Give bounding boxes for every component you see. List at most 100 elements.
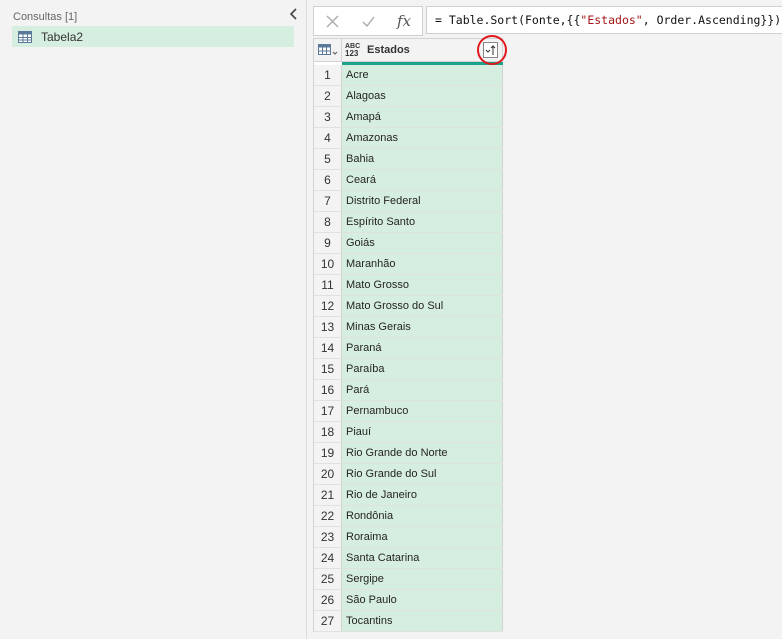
formula-buttons: fx [313,6,423,36]
table-menu-icon [317,44,337,55]
cell-estado[interactable]: Distrito Federal [342,191,503,211]
cell-estado[interactable]: Pará [342,380,503,400]
row-number[interactable]: 13 [314,317,342,337]
cell-estado[interactable]: Piauí [342,422,503,442]
table-row: 15 Paraíba [314,359,503,380]
grid-rows: 1 Acre 2 Alagoas 3 Amapá 4 Amazonas 5 Bahia 6 Ceará… [314,65,503,632]
table-row: 24 Santa Catarina [314,548,503,569]
row-number[interactable]: 16 [314,380,342,400]
row-number[interactable]: 7 [314,191,342,211]
cell-estado[interactable]: Bahia [342,149,503,169]
queries-pane: Consultas [1] Tabela2 [0,0,307,639]
table-row: 1 Acre [314,65,503,86]
cell-estado[interactable]: Minas Gerais [342,317,503,337]
cell-estado[interactable]: Pernambuco [342,401,503,421]
row-number[interactable]: 21 [314,485,342,505]
cell-estado[interactable]: Alagoas [342,86,503,106]
grid-header: ABC 123 Estados [314,35,507,65]
table-row: 23 Roraima [314,527,503,548]
table-row: 13 Minas Gerais [314,317,503,338]
table-row: 9 Goiás [314,233,503,254]
row-number[interactable]: 1 [314,65,342,85]
column-header-estados[interactable]: ABC 123 Estados [342,35,507,65]
table-row: 20 Rio Grande do Sul [314,464,503,485]
data-type-icon[interactable]: ABC 123 [345,43,363,58]
cell-estado[interactable]: Maranhão [342,254,503,274]
table-row: 21 Rio de Janeiro [314,485,503,506]
row-number[interactable]: 15 [314,359,342,379]
cell-estado[interactable]: Mato Grosso [342,275,503,295]
row-number[interactable]: 18 [314,422,342,442]
table-row: 4 Amazonas [314,128,503,149]
row-number[interactable]: 23 [314,527,342,547]
row-number[interactable]: 2 [314,86,342,106]
row-number[interactable]: 24 [314,548,342,568]
formula-prefix: = Table.Sort(Fonte,{{ [435,13,581,27]
table-row: 17 Pernambuco [314,401,503,422]
row-number[interactable]: 11 [314,275,342,295]
cell-estado[interactable]: Rio de Janeiro [342,485,503,505]
cell-estado[interactable]: Espírito Santo [342,212,503,232]
cell-estado[interactable]: Santa Catarina [342,548,503,568]
formula-string: "Estados" [580,13,643,27]
table-row: 7 Distrito Federal [314,191,503,212]
row-number[interactable]: 14 [314,338,342,358]
sort-filter-button[interactable] [483,42,498,58]
query-item-label: Tabela2 [41,29,84,44]
row-number[interactable]: 5 [314,149,342,169]
query-item-tabela2[interactable]: Tabela2 [12,26,294,47]
commit-formula-button[interactable] [350,7,386,35]
row-number[interactable]: 25 [314,569,342,589]
cell-estado[interactable]: Rio Grande do Norte [342,443,503,463]
table-row: 11 Mato Grosso [314,275,503,296]
queries-header: Consultas [1] [13,11,78,23]
row-number[interactable]: 22 [314,506,342,526]
table-row: 2 Alagoas [314,86,503,107]
row-number[interactable]: 17 [314,401,342,421]
table-row: 10 Maranhão [314,254,503,275]
fx-icon[interactable]: fx [386,7,422,35]
collapse-pane-button[interactable] [286,6,302,22]
table-icon [18,30,32,43]
row-number[interactable]: 3 [314,107,342,127]
row-number[interactable]: 20 [314,464,342,484]
row-number[interactable]: 10 [314,254,342,274]
cell-estado[interactable]: Rio Grande do Sul [342,464,503,484]
table-row: 18 Piauí [314,422,503,443]
row-number[interactable]: 4 [314,128,342,148]
table-row: 14 Paraná [314,338,503,359]
row-number[interactable]: 27 [314,611,342,631]
row-number[interactable]: 19 [314,443,342,463]
formula-suffix: , Order.Ascending}}) [642,13,782,27]
cell-estado[interactable]: Acre [342,65,503,85]
cell-estado[interactable]: Rondônia [342,506,503,526]
cell-estado[interactable]: Mato Grosso do Sul [342,296,503,316]
chevron-left-icon [289,8,297,20]
cell-estado[interactable]: São Paulo [342,590,503,610]
table-row: 8 Espírito Santo [314,212,503,233]
table-row: 16 Pará [314,380,503,401]
cell-estado[interactable]: Tocantins [342,611,503,631]
row-number[interactable]: 12 [314,296,342,316]
row-number[interactable]: 26 [314,590,342,610]
cell-estado[interactable]: Amapá [342,107,503,127]
table-menu-button[interactable] [314,39,342,61]
cell-estado[interactable]: Goiás [342,233,503,253]
row-number[interactable]: 9 [314,233,342,253]
formula-bar[interactable]: = Table.Sort(Fonte,{{"Estados", Order.As… [426,6,782,34]
cancel-formula-button[interactable] [314,7,350,35]
table-row: 6 Ceará [314,170,503,191]
cell-estado[interactable]: Amazonas [342,128,503,148]
cell-estado[interactable]: Paraná [342,338,503,358]
table-row: 19 Rio Grande do Norte [314,443,503,464]
row-number[interactable]: 6 [314,170,342,190]
table-row: 25 Sergipe [314,569,503,590]
cell-estado[interactable]: Roraima [342,527,503,547]
row-number[interactable]: 8 [314,212,342,232]
table-row: 5 Bahia [314,149,503,170]
cell-estado[interactable]: Sergipe [342,569,503,589]
table-row: 26 São Paulo [314,590,503,611]
table-row: 27 Tocantins [314,611,503,632]
cell-estado[interactable]: Paraíba [342,359,503,379]
cell-estado[interactable]: Ceará [342,170,503,190]
